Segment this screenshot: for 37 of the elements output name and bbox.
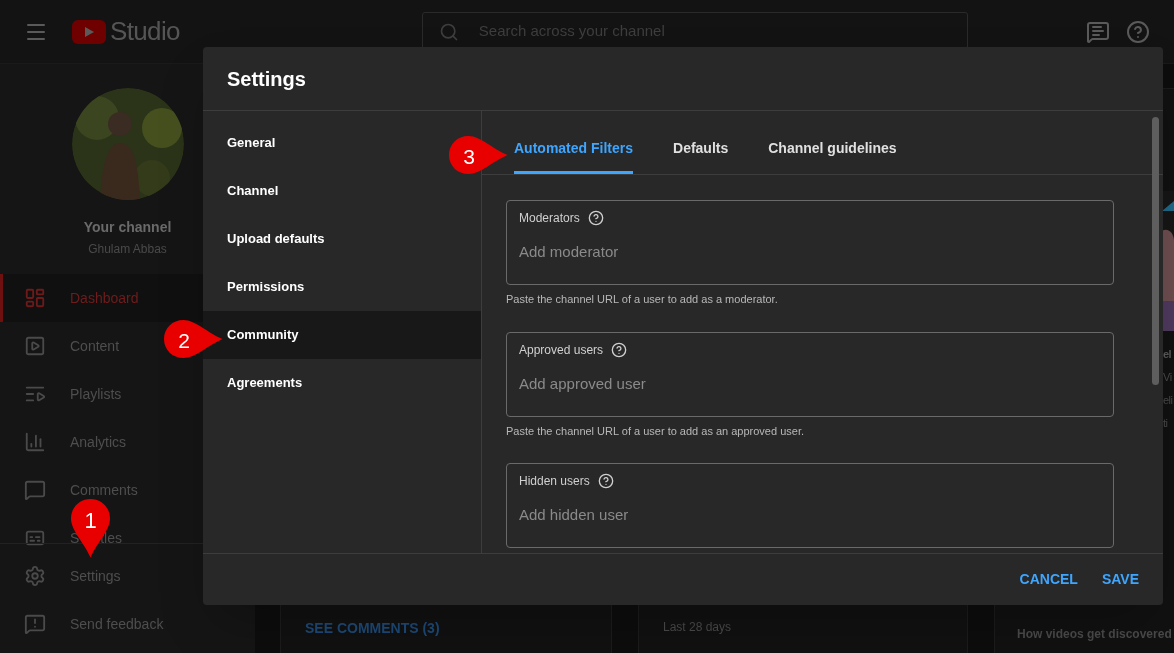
save-button[interactable]: SAVE [1093,561,1147,598]
annotation-pin: 3 [448,135,508,175]
text-field[interactable]: Moderators Add moderator [506,200,1114,285]
play-square-icon [24,335,46,357]
feedback-icon [24,613,46,635]
tab[interactable]: Defaults [673,126,729,174]
bar-chart-icon [24,431,46,453]
input-field[interactable]: Add approved user [519,372,1101,395]
settings-nav-item[interactable]: Agreements [203,359,481,407]
text-fragment: el [1163,347,1173,362]
cancel-button[interactable]: CANCEL [1011,561,1086,598]
field-hint: Paste the channel URL of a user to add as an approved user. [506,423,805,439]
tab[interactable]: Automated Filters [514,126,633,174]
field-hint: Paste the channel URL of a user to add as a moderator. [506,292,779,307]
settings-nav-item[interactable]: Community [203,311,481,359]
settings-icon [24,565,46,587]
input-field[interactable]: Add hidden user [519,504,1101,527]
field-label: Hidden users [519,473,590,490]
settings-nav-item[interactable]: Upload defaults [203,215,481,263]
text-field[interactable]: Hidden users Add hidden user [506,463,1114,548]
text-field[interactable]: Approved users Add approved user [506,331,1114,417]
play-logo-icon [72,19,106,44]
dialog-title: Settings [227,66,306,92]
tab[interactable]: Channel guidelines [768,126,897,174]
field-label: Approved users [519,341,604,359]
logo-text: Studio [110,15,180,48]
dashboard-icon [24,287,46,309]
sidebar-label: S [70,528,80,548]
comment-icon [24,479,46,501]
channel-label: Your channel [83,218,172,237]
feedback-icon[interactable] [1086,19,1110,44]
input-field[interactable]: Add moderator [519,241,1101,264]
annotation-pin: 2 [163,319,223,359]
search-icon [438,21,459,42]
field-label: Moderators [519,210,580,227]
settings-nav-item[interactable]: General [203,119,447,167]
scrollbar[interactable] [1152,117,1159,385]
